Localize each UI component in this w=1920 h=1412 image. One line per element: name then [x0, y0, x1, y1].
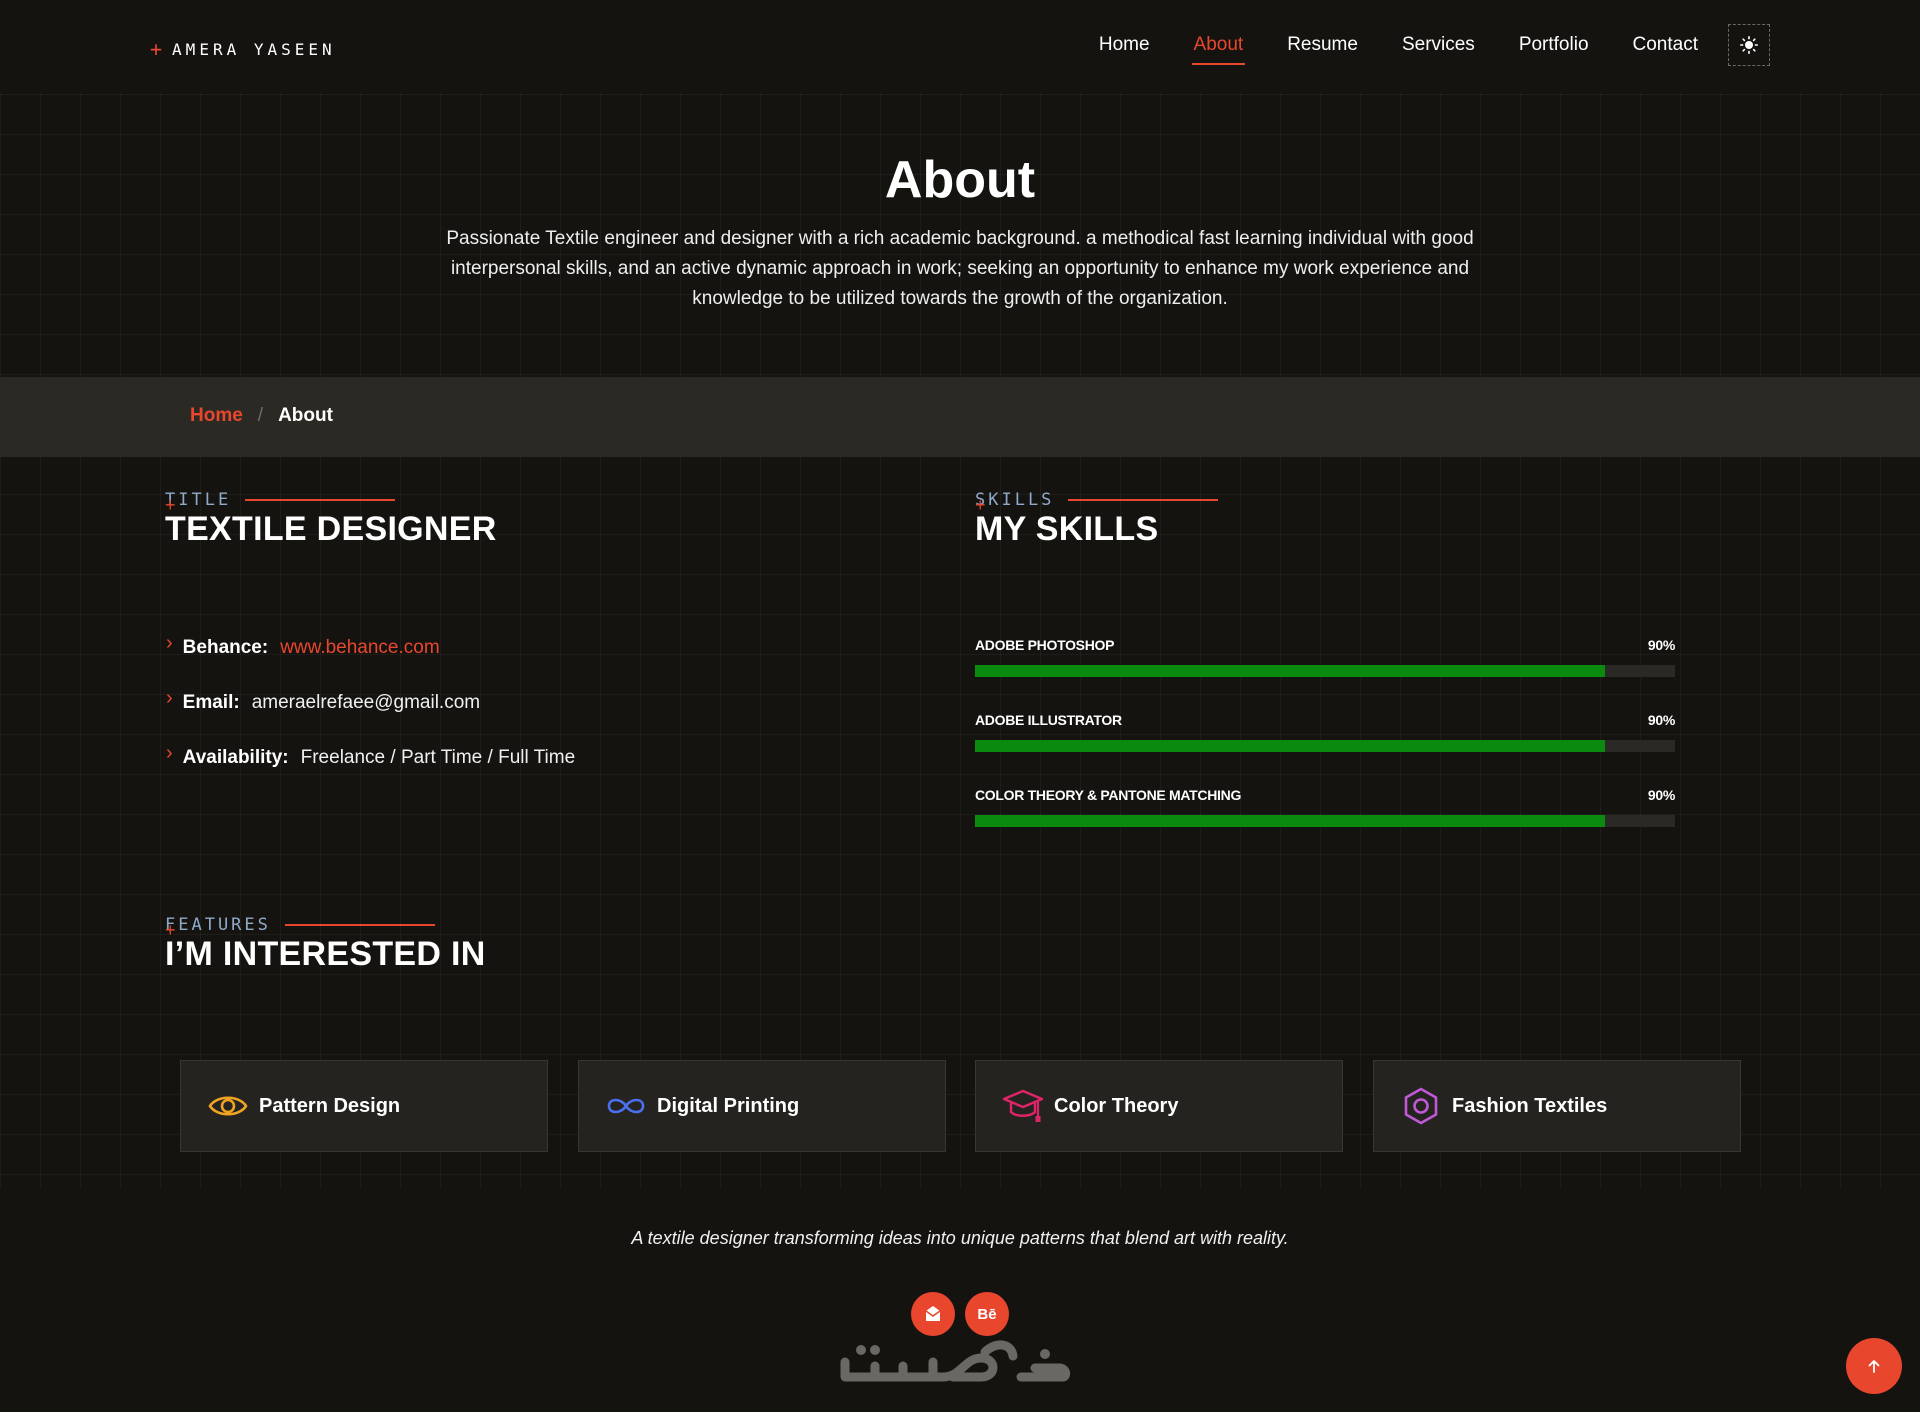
brand-name: AMERA YASEEN: [172, 39, 336, 59]
plus-icon: +: [165, 495, 179, 515]
khamsat-watermark-logo: [840, 1340, 1071, 1382]
kicker-rule: [284, 924, 435, 926]
skill-item: ADOBE ILLUSTRATOR 90%: [975, 712, 1675, 752]
skills-heading: MY SKILLS: [975, 510, 1159, 548]
breadcrumb-separator: /: [257, 405, 264, 426]
feature-card-fashion-textiles[interactable]: Fashion Textiles: [1373, 1060, 1741, 1152]
nav-contact[interactable]: Contact: [1631, 26, 1700, 64]
info-availability: › Availability: Freelance / Part Time / …: [166, 742, 576, 769]
skill-percent: 90%: [1647, 787, 1675, 803]
mail-icon: [925, 1306, 941, 1321]
scroll-to-top-button[interactable]: [1846, 1338, 1902, 1394]
nav-about[interactable]: About: [1191, 26, 1246, 65]
feature-card-color-theory[interactable]: Color Theory: [975, 1060, 1343, 1152]
chevron-right-icon: ›: [166, 742, 173, 764]
info-key: Availability:: [182, 746, 289, 768]
infinity-icon: [605, 1085, 647, 1127]
features-section-heading: FEATURES + I’M INTERESTED IN: [165, 915, 486, 974]
section-kicker: FEATURES +: [165, 915, 486, 940]
kicker-rule: [245, 499, 396, 501]
theme-toggle-button[interactable]: [1728, 24, 1770, 66]
chevron-right-icon: ›: [166, 687, 173, 709]
skill-name: ADOBE ILLUSTRATOR: [975, 712, 1122, 728]
availability-value: Freelance / Part Time / Full Time: [300, 746, 576, 768]
skill-item: COLOR THEORY & PANTONE MATCHING 90%: [975, 787, 1675, 827]
skill-progress-fill: [975, 740, 1605, 752]
plus-icon: +: [165, 920, 179, 940]
section-kicker: TITLE +: [165, 490, 497, 515]
breadcrumb-home-link[interactable]: Home: [190, 405, 243, 427]
skill-percent: 90%: [1647, 637, 1675, 653]
skill-progress-track: [975, 740, 1675, 752]
skill-progress-fill: [975, 815, 1605, 827]
nav-portfolio[interactable]: Portfolio: [1517, 26, 1591, 64]
skill-item: ADOBE PHOTOSHOP 90%: [975, 637, 1675, 677]
info-key: Email:: [182, 691, 240, 713]
features-heading: I’M INTERESTED IN: [165, 935, 486, 973]
info-key: Behance:: [182, 636, 269, 658]
nav-services[interactable]: Services: [1400, 26, 1477, 64]
graduation-cap-icon: [1002, 1085, 1044, 1127]
feature-label: Fashion Textiles: [1452, 1094, 1608, 1117]
feature-label: Digital Printing: [657, 1094, 800, 1117]
feature-card-pattern-design[interactable]: Pattern Design: [180, 1060, 548, 1152]
plus-icon: +: [975, 495, 989, 515]
breadcrumb: Home / About: [190, 405, 333, 427]
features-kicker-label: FEATURES: [165, 915, 271, 935]
hexagon-icon: [1400, 1085, 1442, 1127]
chevron-right-icon: ›: [166, 632, 173, 654]
brand-logo[interactable]: + AMERA YASEEN: [150, 37, 336, 61]
skill-name: ADOBE PHOTOSHOP: [975, 637, 1115, 653]
kicker-rule: [1068, 499, 1219, 501]
nav-resume[interactable]: Resume: [1285, 26, 1360, 64]
brand-plus-icon: +: [150, 37, 163, 61]
breadcrumb-band: Home / About: [0, 377, 1920, 457]
feature-label: Pattern Design: [259, 1094, 401, 1117]
skill-progress-track: [975, 815, 1675, 827]
about-intro-text: Passionate Textile engineer and designer…: [446, 228, 1474, 309]
behance-icon: Bē: [977, 1305, 997, 1323]
feature-card-digital-printing[interactable]: Digital Printing: [578, 1060, 946, 1152]
arrow-up-icon: [1868, 1360, 1880, 1373]
skills-section-heading: SKILLS + MY SKILLS: [975, 490, 1219, 549]
page-title: About: [884, 151, 1036, 209]
info-email: › Email: ameraelrefaee@gmail.com: [166, 687, 481, 714]
skill-progress-fill: [975, 665, 1605, 677]
behance-link[interactable]: www.behance.com: [280, 637, 439, 659]
info-behance: › Behance: www.behance.com: [166, 632, 440, 659]
footer-tagline: A textile designer transforming ideas in…: [631, 1228, 1289, 1248]
title-heading: TEXTILE DESIGNER: [165, 510, 497, 548]
breadcrumb-current: About: [278, 405, 333, 426]
main-nav: Home About Resume Services Portfolio Con…: [1057, 20, 1770, 70]
sun-icon: [1740, 36, 1758, 54]
skill-name: COLOR THEORY & PANTONE MATCHING: [975, 787, 1242, 803]
eye-icon: [207, 1085, 249, 1127]
skill-progress-track: [975, 665, 1675, 677]
section-kicker: SKILLS +: [975, 490, 1219, 515]
site-header: + AMERA YASEEN Home About Resume Service…: [0, 0, 1920, 94]
email-value: ameraelrefaee@gmail.com: [251, 691, 481, 713]
feature-label: Color Theory: [1054, 1094, 1179, 1117]
nav-home[interactable]: Home: [1097, 26, 1152, 64]
title-section-heading: TITLE + TEXTILE DESIGNER: [165, 490, 497, 549]
skill-percent: 90%: [1647, 712, 1675, 728]
